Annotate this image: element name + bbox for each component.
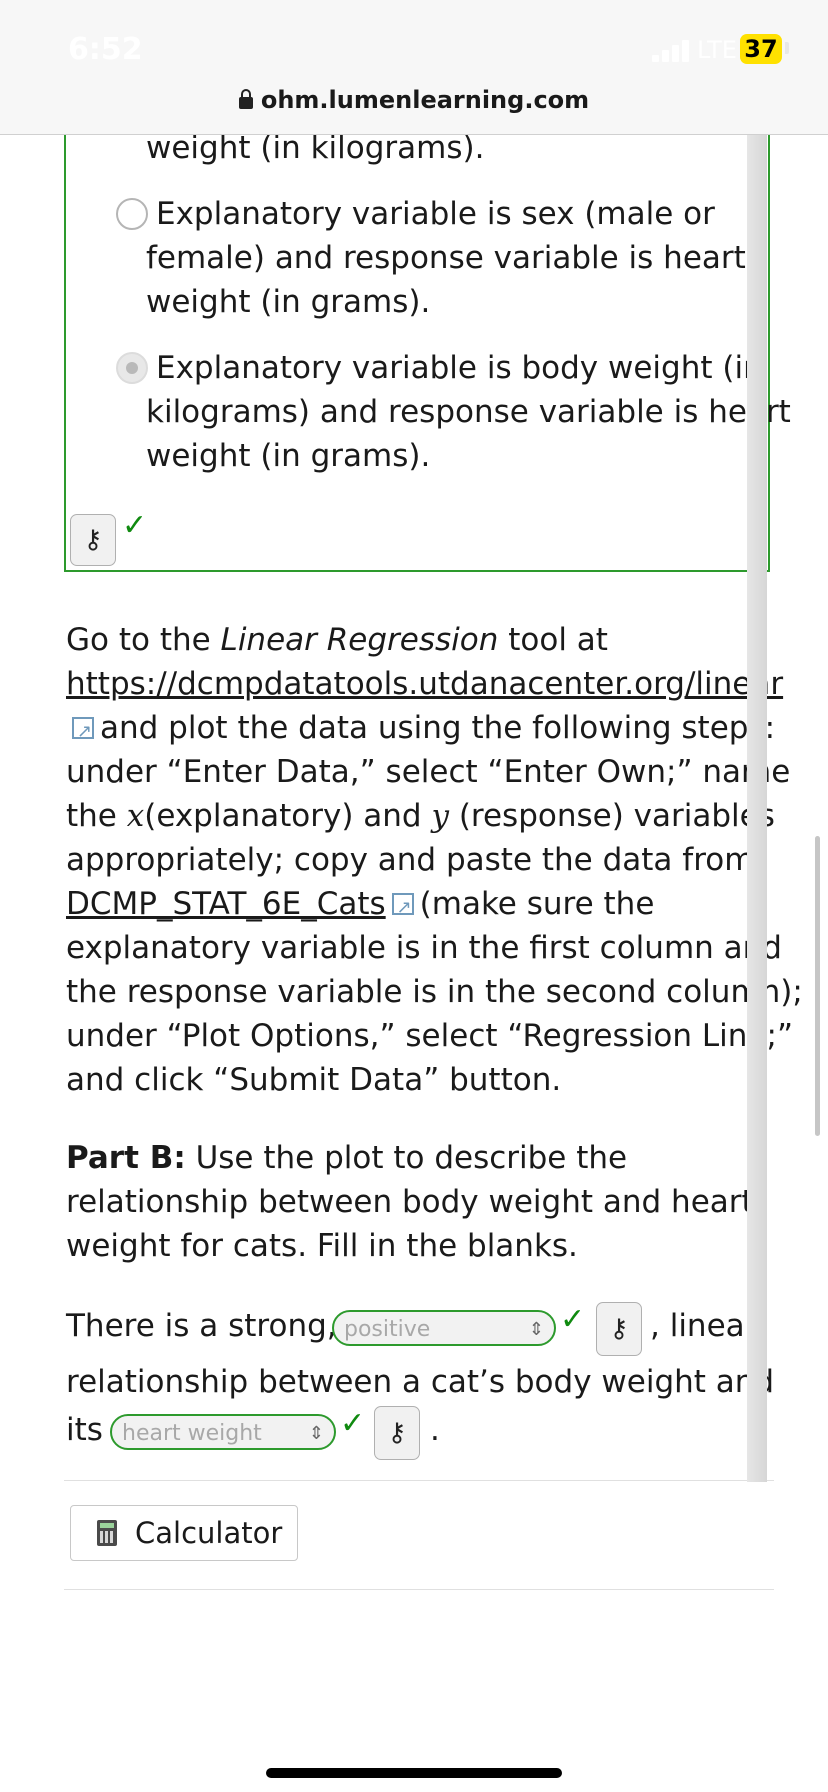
option-sex-line-1[interactable]: Explanatory variable is sex (male or [156,192,715,236]
option-radio-sex[interactable] [116,198,148,230]
var-x: x [126,798,145,834]
network-type: LTE [697,36,737,64]
option-body-weight-line-3[interactable]: weight (in grams). [146,434,430,478]
fill-text: There is a strong, [66,1308,337,1344]
page-content: weight (in kilograms). Explanatory varia… [0,0,828,1792]
chevron-updown-icon: ⇕ [308,1423,324,1444]
option-radio-body-weight[interactable] [116,352,148,384]
tool-name: Linear Regression [220,622,499,658]
instr-text: and plot the data using the following st… [100,710,776,746]
calculator-label: Calculator [135,1516,283,1550]
divider [64,1480,774,1481]
external-link-icon[interactable] [72,710,94,754]
part-b-text: relationship between body weight and hea… [66,1184,754,1220]
instr-text: tool at [498,622,608,658]
address-bar[interactable]: ohm.lumenlearning.com [0,86,828,114]
correct-check-icon: ✓ [122,508,148,543]
instr-text: (response) variables [448,798,775,834]
instr-text: (explanatory) and [144,798,432,834]
fill-text: its [66,1412,103,1448]
calculator-button[interactable]: Calculator [70,1505,298,1561]
key-icon[interactable]: ⚷ [70,514,116,566]
lock-icon [238,89,253,109]
part-b-label: Part B: [66,1140,186,1176]
instr-text: appropriately; copy and paste the data f… [66,842,755,878]
option-sex-line-2[interactable]: female) and response variable is heart [146,236,746,280]
option-sex-line-3[interactable]: weight (in grams). [146,280,430,324]
key-icon[interactable]: ⚷ [374,1406,420,1460]
instr-text: the [66,798,127,834]
correct-check-icon: ✓ [560,1302,586,1337]
key-icon[interactable]: ⚷ [596,1302,642,1356]
battery-icon: 37 [740,34,782,64]
question-box [64,100,770,572]
correct-check-icon: ✓ [340,1406,366,1441]
instr-text: under “Plot Options,” select “Regression… [66,1018,794,1054]
home-indicator[interactable] [266,1768,562,1778]
linear-regression-link[interactable]: https://dcmpdatatools.utdanacenter.org/l… [66,666,783,702]
cats-data-link[interactable]: DCMP_STAT_6E_Cats [66,886,386,922]
question-scrollbar[interactable] [747,134,767,1482]
part-b-text: Use the plot to describe the [185,1140,628,1176]
instr-text: (make sure the [419,886,655,922]
fill-text: relationship between a cat’s body weight… [66,1364,775,1400]
direction-select-value: positive [344,1317,431,1342]
fill-text: , linear [650,1308,758,1344]
part-b-text: weight for cats. Fill in the blanks. [66,1228,578,1264]
status-time: 6:52 [68,32,143,67]
direction-select[interactable]: positive ⇕ [332,1310,556,1346]
instr-text: explanatory variable is in the first col… [66,930,782,966]
external-link-icon[interactable] [391,886,414,930]
option-body-weight-line-1[interactable]: Explanatory variable is body weight (in [156,346,763,390]
battery-tip [785,42,789,54]
instr-text: and click “Submit Data” button. [66,1062,562,1098]
chevron-updown-icon: ⇕ [528,1319,544,1340]
divider [64,1589,774,1590]
page-scrollbar[interactable] [815,836,820,1136]
calculator-icon [97,1520,117,1546]
variable-select-value: heart weight [122,1421,262,1446]
instr-text: under “Enter Data,” select “Enter Own;” … [66,754,791,790]
url-text: ohm.lumenlearning.com [260,86,590,114]
fill-text: . [430,1412,440,1448]
var-y: y [431,798,449,834]
signal-icon [652,38,694,62]
instr-text: the response variable is in the second c… [66,974,803,1010]
option-body-weight-line-2[interactable]: kilograms) and response variable is hear… [146,390,791,434]
instr-text: Go to the [66,622,221,658]
variable-select[interactable]: heart weight ⇕ [110,1414,336,1450]
browser-top-bar: 6:52 LTE 37 ohm.lumenlearning.com [0,0,828,135]
